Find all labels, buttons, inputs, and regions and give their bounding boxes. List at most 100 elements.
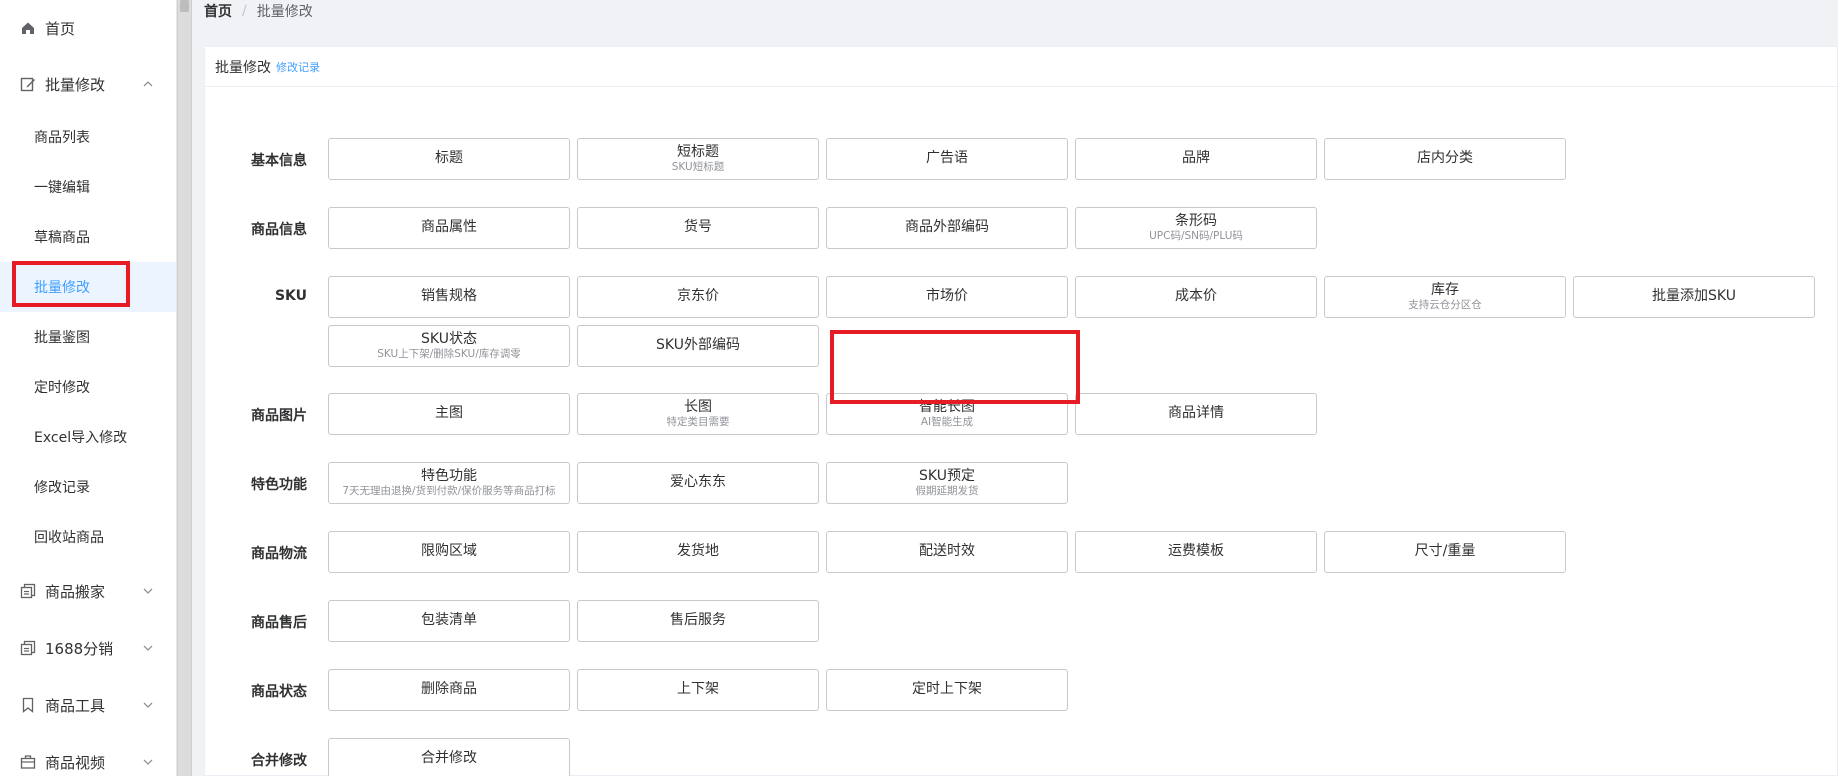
button-label: SKU外部编码 — [656, 337, 740, 354]
chevron-down-icon — [142, 699, 154, 711]
edit-history-link[interactable]: 修改记录 — [276, 59, 320, 75]
button-label: 售后服务 — [670, 612, 726, 629]
button-sublabel: AI智能生成 — [920, 415, 974, 428]
edit-option-button[interactable]: 上下架 — [577, 669, 819, 711]
edit-option-button[interactable]: 广告语 — [826, 138, 1068, 180]
sidebar-item-product-video[interactable]: 商品视频 — [0, 734, 176, 776]
edit-option-button[interactable]: SKU预定 假期延期发货 — [826, 462, 1068, 504]
breadcrumb: 首页 / 批量修改 — [204, 0, 313, 22]
sidebar-item-excel-import[interactable]: Excel导入修改 — [0, 412, 176, 462]
sidebar-item-recycle-bin[interactable]: 回收站商品 — [0, 512, 176, 562]
edit-option-button[interactable]: 删除商品 — [328, 669, 570, 711]
button-label: 包装清单 — [421, 612, 477, 629]
chevron-down-icon — [142, 585, 154, 597]
edit-option-button[interactable]: 售后服务 — [577, 600, 819, 642]
button-label: 市场价 — [926, 288, 968, 305]
section-label: SKU — [274, 288, 307, 304]
button-sublabel: SKU短标题 — [671, 160, 725, 173]
edit-option-button[interactable]: 短标题 SKU短标题 — [577, 138, 819, 180]
edit-option-button[interactable]: 爱心东东 — [577, 462, 819, 504]
button-sublabel: 支持云仓分区仓 — [1408, 298, 1482, 311]
copy-icon — [20, 583, 36, 599]
sidebar-item-one-click-edit[interactable]: 一键编辑 — [0, 162, 176, 212]
section-label: 基本信息 — [251, 153, 307, 169]
edit-option-button[interactable]: 定时上下架 — [826, 669, 1068, 711]
main-content: 首页 / 批量修改 批量修改 修改记录 基本信息 标题 短标题 SKU短标题 广告语 品牌… — [192, 0, 1838, 776]
edit-option-button[interactable]: 店内分类 — [1324, 138, 1566, 180]
button-label: 特色功能 — [421, 467, 477, 484]
edit-icon — [20, 76, 36, 92]
button-label: 限购区域 — [421, 543, 477, 560]
breadcrumb-separator: / — [242, 3, 247, 19]
edit-option-button[interactable]: 标题 — [328, 138, 570, 180]
sidebar-item-batch-edit-active[interactable]: 批量修改 — [0, 262, 176, 312]
scrollbar-thumb[interactable] — [180, 0, 189, 12]
section-label: 商品信息 — [251, 222, 307, 238]
button-label: 配送时效 — [919, 543, 975, 560]
edit-option-button[interactable]: 市场价 — [826, 276, 1068, 318]
sidebar-item-home[interactable]: 首页 — [0, 0, 176, 56]
section-label: 商品售后 — [251, 615, 307, 631]
button-label: 删除商品 — [421, 681, 477, 698]
sidebar-item-batch-edit[interactable]: 批量修改 — [0, 56, 176, 112]
edit-option-button[interactable]: 京东价 — [577, 276, 819, 318]
breadcrumb-current: 批量修改 — [256, 4, 313, 20]
edit-option-button[interactable]: 发货地 — [577, 531, 819, 573]
edit-option-button[interactable]: 库存 支持云仓分区仓 — [1324, 276, 1566, 318]
button-label: 广告语 — [926, 150, 968, 167]
edit-option-button[interactable]: 特色功能 7天无理由退换/货到付款/保价服务等商品打标 — [328, 462, 570, 504]
sidebar-item-edit-history[interactable]: 修改记录 — [0, 462, 176, 512]
button-label: 发货地 — [677, 543, 719, 560]
sidebar-scrollbar[interactable] — [177, 0, 192, 776]
button-label: 主图 — [435, 405, 463, 422]
sidebar-item-label: 商品视频 — [45, 753, 106, 772]
sidebar-item-batch-image-check[interactable]: 批量鉴图 — [0, 312, 176, 362]
edit-option-button[interactable]: 运费模板 — [1075, 531, 1317, 573]
button-label: 销售规格 — [421, 288, 477, 305]
edit-option-button[interactable]: 包装清单 — [328, 600, 570, 642]
edit-option-button[interactable]: 合并修改 — [328, 738, 570, 776]
button-label: 标题 — [435, 150, 463, 167]
edit-option-button[interactable]: 条形码 UPC码/SN码/PLU码 — [1075, 207, 1317, 249]
sidebar-item-label: 商品搬家 — [45, 582, 106, 601]
bookmark-icon — [20, 697, 36, 713]
button-sublabel: SKU上下架/删除SKU/库存调零 — [377, 347, 521, 360]
edit-option-button[interactable]: 尺寸/重量 — [1324, 531, 1566, 573]
sidebar-item-product-list[interactable]: 商品列表 — [0, 112, 176, 162]
chevron-up-icon — [142, 78, 154, 90]
edit-option-button[interactable]: SKU状态 SKU上下架/删除SKU/库存调零 — [328, 325, 570, 367]
button-label: 库存 — [1431, 281, 1459, 298]
edit-option-button[interactable]: 货号 — [577, 207, 819, 249]
edit-option-button[interactable]: 限购区域 — [328, 531, 570, 573]
edit-option-button[interactable]: 品牌 — [1075, 138, 1317, 180]
edit-option-button[interactable]: 长图 特定类目需要 — [577, 393, 819, 435]
edit-option-button[interactable]: SKU外部编码 — [577, 325, 819, 367]
button-label: 尺寸/重量 — [1414, 543, 1476, 560]
edit-option-button[interactable]: 商品属性 — [328, 207, 570, 249]
button-label: 运费模板 — [1168, 543, 1224, 560]
button-label: 短标题 — [677, 143, 719, 160]
button-label: 智能长图 — [919, 398, 975, 415]
sidebar-item-product-move[interactable]: 商品搬家 — [0, 562, 176, 620]
button-label: 商品详情 — [1168, 405, 1224, 422]
edit-option-button[interactable]: 主图 — [328, 393, 570, 435]
edit-option-button[interactable]: 商品详情 — [1075, 393, 1317, 435]
button-label: 长图 — [684, 398, 712, 415]
button-label: 商品外部编码 — [905, 219, 989, 236]
sidebar-item-label: 首页 — [45, 19, 76, 38]
card-header: 批量修改 修改记录 — [205, 47, 1837, 87]
breadcrumb-home[interactable]: 首页 — [204, 1, 232, 21]
sidebar-item-product-tools[interactable]: 商品工具 — [0, 676, 176, 734]
edit-option-button[interactable]: 配送时效 — [826, 531, 1068, 573]
sidebar-item-drafts[interactable]: 草稿商品 — [0, 212, 176, 262]
edit-option-button[interactable]: 成本价 — [1075, 276, 1317, 318]
edit-option-button[interactable]: 销售规格 — [328, 276, 570, 318]
chevron-down-icon — [142, 642, 154, 654]
sidebar-item-scheduled-edit[interactable]: 定时修改 — [0, 362, 176, 412]
edit-option-button[interactable]: 商品外部编码 — [826, 207, 1068, 249]
sidebar-item-1688[interactable]: 1688分销 — [0, 620, 176, 676]
edit-option-button[interactable]: 批量添加SKU — [1573, 276, 1815, 318]
button-sublabel: UPC码/SN码/PLU码 — [1149, 229, 1243, 242]
edit-option-button[interactable]: 智能长图 AI智能生成 — [826, 393, 1068, 435]
sidebar-submenu: 商品列表 一键编辑 草稿商品 批量修改 批量鉴图 定时修改 Excel导入修改 … — [0, 112, 176, 562]
